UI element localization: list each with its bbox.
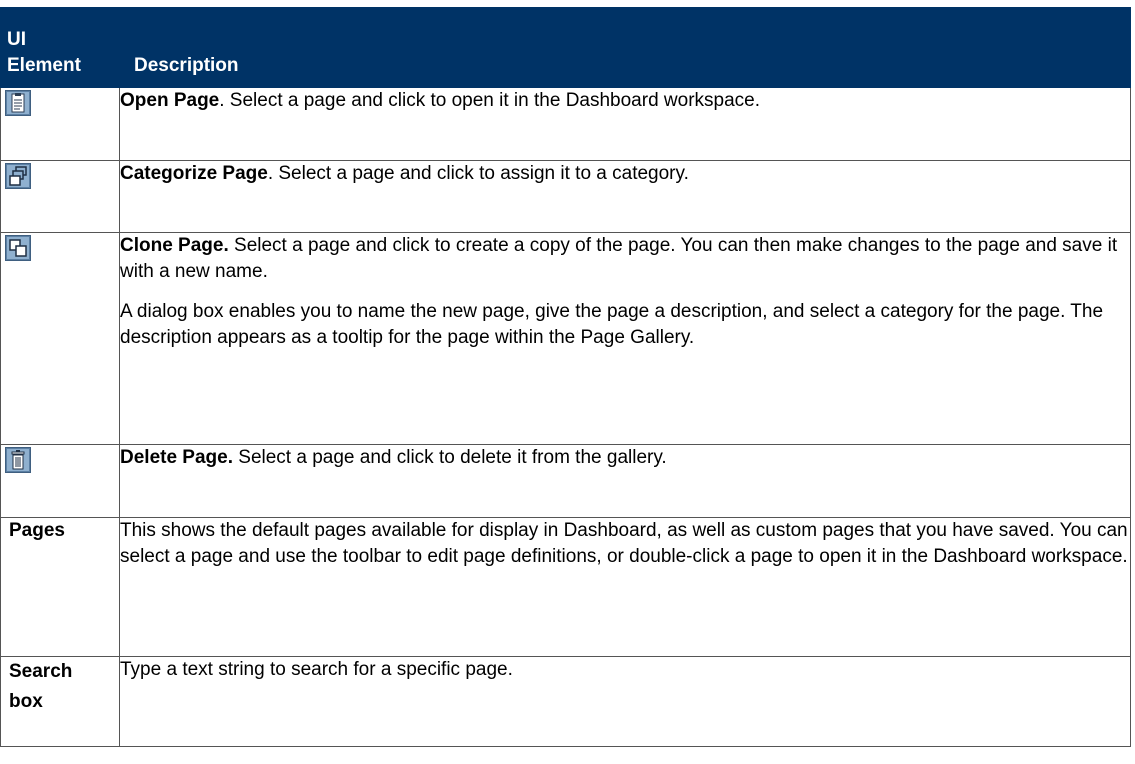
desc-search-box: Type a text string to search for a speci… (120, 659, 513, 680)
header-description: Description (119, 7, 1131, 88)
ui-elements-table: UI Element Description Open Page. Select… (0, 7, 1131, 747)
clone-page-icon (5, 235, 31, 261)
desc-open-page: . Select a page and click to open it in … (219, 90, 761, 111)
header-ui-element: UI Element (0, 7, 120, 88)
table-row: Clone Page. Select a page and click to c… (0, 232, 1131, 445)
term-open-page: Open Page (120, 90, 220, 111)
element-pages: Pages (9, 520, 65, 541)
ui-element-cell: Pages (0, 517, 120, 657)
ui-element-cell: Search box (0, 656, 120, 747)
header-ui-element-line1: UI (7, 29, 26, 50)
table-row: Categorize Page. Select a page and click… (0, 160, 1131, 233)
term-delete-page: Delete Page. (120, 447, 233, 468)
header-ui-element-line2: Element (7, 55, 81, 76)
description-cell: Categorize Page. Select a page and click… (119, 160, 1131, 233)
desc-categorize-page: . Select a page and click to assign it t… (267, 163, 689, 184)
table-row: Search box Type a text string to search … (0, 656, 1131, 747)
term-clone-page: Clone Page. (120, 235, 229, 256)
table-header-row: UI Element Description (0, 7, 1131, 88)
table-row: Pages This shows the default pages avail… (0, 517, 1131, 657)
term-categorize-page: Categorize Page (120, 163, 268, 184)
ui-element-cell (0, 444, 120, 518)
desc-delete-page: Select a page and click to delete it fro… (233, 447, 667, 468)
desc-pages: This shows the default pages available f… (120, 520, 1128, 567)
delete-page-icon (5, 447, 31, 473)
desc-clone-page-detail: A dialog box enables you to name the new… (120, 301, 1104, 348)
description-cell: This shows the default pages available f… (119, 517, 1131, 657)
ui-element-cell (0, 87, 120, 161)
ui-element-cell (0, 232, 120, 445)
desc-clone-page: Select a page and click to create a copy… (120, 235, 1118, 282)
description-cell: Open Page. Select a page and click to op… (119, 87, 1131, 161)
open-page-icon (5, 90, 31, 116)
table-row: Delete Page. Select a page and click to … (0, 444, 1131, 518)
categorize-page-icon (5, 163, 31, 189)
description-cell: Clone Page. Select a page and click to c… (119, 232, 1131, 445)
description-cell: Delete Page. Select a page and click to … (119, 444, 1131, 518)
ui-element-cell (0, 160, 120, 233)
description-cell: Type a text string to search for a speci… (119, 656, 1131, 747)
element-search-box: Search box (9, 661, 73, 712)
table-row: Open Page. Select a page and click to op… (0, 87, 1131, 161)
